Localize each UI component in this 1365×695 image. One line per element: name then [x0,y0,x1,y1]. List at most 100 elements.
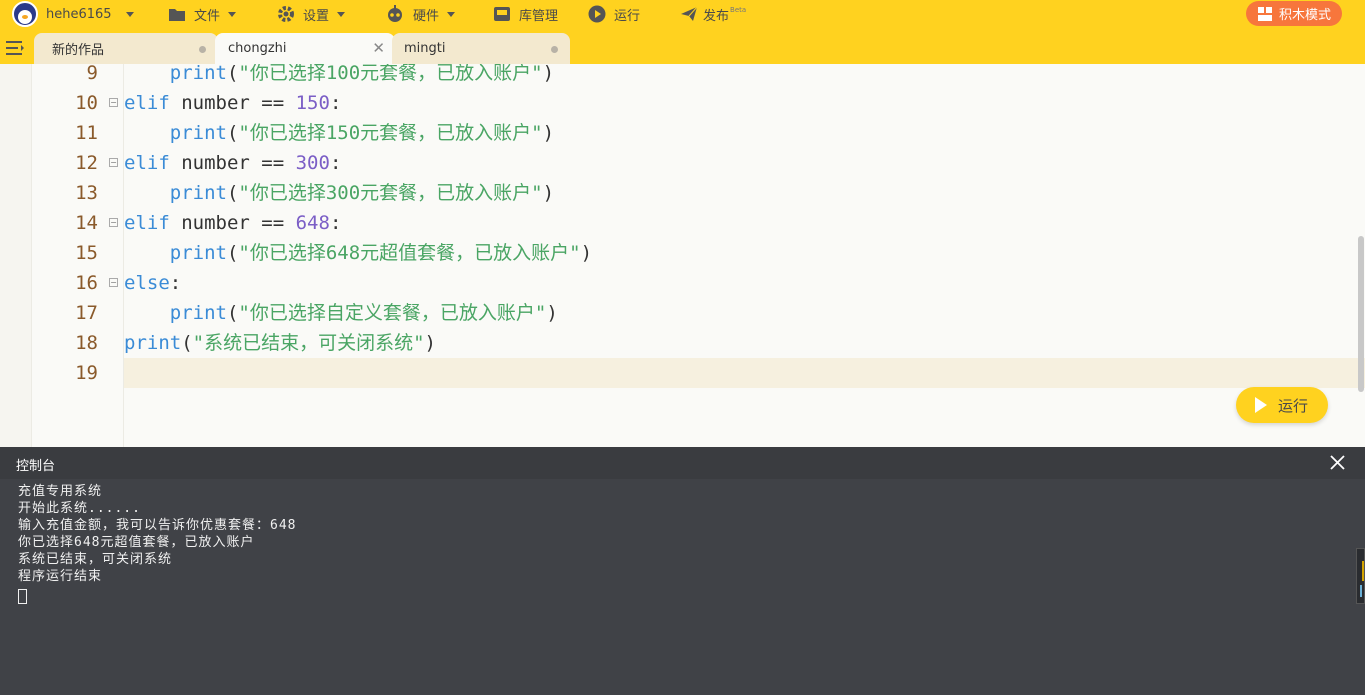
code-token: 300 [295,152,330,174]
code-text: print("你已选择150元套餐，已放入账户") [124,118,554,148]
tab-chongzhi[interactable]: chongzhi ✕ [215,33,395,64]
console-line: 程序运行结束 [18,569,103,584]
run-label: 运行 [614,8,641,24]
fold-toggle-icon[interactable]: − [109,218,118,227]
code-token: ) [546,302,558,324]
chevron-down-icon [337,11,346,17]
tab-new-project[interactable]: 新的作品 [34,33,218,64]
code-token: print [169,64,227,84]
code-line[interactable]: 11 print("你已选择150元套餐，已放入账户") [0,118,1365,148]
block-mode-label: 积木模式 [1279,8,1332,23]
code-text: print("你已选择300元套餐，已放入账户") [124,178,554,208]
gear-icon [278,6,294,22]
line-number: 11 [75,122,98,144]
code-token: ) [542,122,555,144]
code-token: ( [226,302,239,324]
code-line[interactable]: 14 − elif number == 648: [0,208,1365,238]
tab-label: mingti [404,41,446,56]
code-text: elif number == 648: [124,208,341,238]
run-button[interactable]: 运行 [1236,387,1328,423]
tab-mingti[interactable]: mingti [392,33,570,64]
code-token: "你已选择648元超值套餐，已放入账户" [238,242,581,264]
code-line[interactable]: 9 print("你已选择100元套餐，已放入账户") [0,64,1365,88]
code-text: elif number == 150: [124,88,341,118]
code-token: ) [580,242,593,264]
console-line: 系统已结束，可关闭系统 [18,552,173,567]
code-token: print [169,302,227,324]
code-line[interactable]: 19 [0,358,1365,388]
code-token: : [169,272,182,294]
file-menu[interactable]: 文件 [168,0,237,28]
settings-label: 设置 [303,8,330,24]
code-line[interactable]: 13 print("你已选择300元套餐，已放入账户") [0,178,1365,208]
user-menu[interactable]: hehe6165 [12,0,134,28]
line-number: 12 [75,152,98,174]
beta-badge: Beta [730,6,747,14]
code-token: number == [169,152,296,174]
console-line: 输入充值金额，我可以告诉你优惠套餐：648 [18,518,297,533]
fold-toggle-icon[interactable]: − [109,158,118,167]
settings-menu[interactable]: 设置 [277,0,346,28]
code-token: print [124,332,182,354]
line-number: 16 [75,272,98,294]
code-token: "你已选择300元套餐，已放入账户" [238,182,543,204]
code-token: ) [542,64,555,84]
code-line[interactable]: 16 − else: [0,268,1365,298]
code-token: ( [226,242,239,264]
console-minimap [1356,548,1365,604]
hardware-menu[interactable]: 硬件 [385,0,456,28]
chevron-down-icon [447,11,456,17]
code-token: "系统已结束，可关闭系统" [192,332,425,354]
code-line[interactable]: 18 print("系统已结束，可关闭系统") [0,328,1365,358]
code-token: ( [226,64,239,84]
code-token: print [169,182,227,204]
code-line[interactable]: 10 − elif number == 150: [0,88,1365,118]
top-toolbar: hehe6165 文件 设置 硬件 库管理 运行 发布 Beta 积木模式 [0,0,1365,28]
line-number: 13 [75,182,98,204]
close-icon[interactable]: ✕ [372,39,385,57]
code-line[interactable]: 12 − elif number == 300: [0,148,1365,178]
code-token: 150 [295,92,330,114]
code-line[interactable]: 15 print("你已选择648元超值套餐，已放入账户") [0,238,1365,268]
code-token: "你已选择自定义套餐，已放入账户" [238,302,547,324]
avatar [12,1,38,27]
code-token: ( [226,182,239,204]
console-output[interactable]: 充值专用系统 开始此系统...... 输入充值金额，我可以告诉你优惠套餐：648 你已… [0,479,1365,695]
line-number: 10 [75,92,98,114]
code-token: "你已选择100元套餐，已放入账户" [238,64,543,84]
line-number: 15 [75,242,98,264]
run-menu-button[interactable]: 运行 [588,0,640,28]
console-line: 你已选择648元超值套餐，已放入账户 [18,535,255,550]
fold-toggle-icon[interactable]: − [109,98,118,107]
block-mode-button[interactable]: 积木模式 [1246,1,1342,26]
editor-scrollbar[interactable] [1358,236,1364,392]
code-token: number == [169,212,296,234]
library-button[interactable]: 库管理 [493,0,558,28]
fold-toggle-icon[interactable]: − [109,278,118,287]
code-text: else: [124,268,181,298]
code-token: elif [124,152,170,174]
code-token: number == [169,92,296,114]
sidebar-toggle-icon[interactable] [6,40,26,56]
play-icon [1255,397,1267,413]
code-token: elif [124,212,170,234]
code-editor[interactable]: 9 print("你已选择100元套餐，已放入账户") 10− elif numbe… [0,64,1365,447]
console-cursor [18,589,27,604]
close-icon[interactable] [1329,454,1346,471]
code-token: : [329,92,342,114]
code-token: elif [124,92,170,114]
code-token: ) [424,332,436,354]
code-token: ( [181,332,193,354]
code-line[interactable]: 17 print("你已选择自定义套餐，已放入账户") [0,298,1365,328]
console-title: 控制台 [16,459,56,474]
publish-button[interactable]: 发布 Beta [680,0,746,28]
code-token: 648 [295,212,330,234]
chevron-down-icon [125,11,134,17]
run-button-label: 运行 [1278,396,1309,415]
tab-label: 新的作品 [52,43,105,58]
code-text: print("系统已结束，可关闭系统") [124,328,436,358]
console-line: 开始此系统...... [18,501,141,516]
